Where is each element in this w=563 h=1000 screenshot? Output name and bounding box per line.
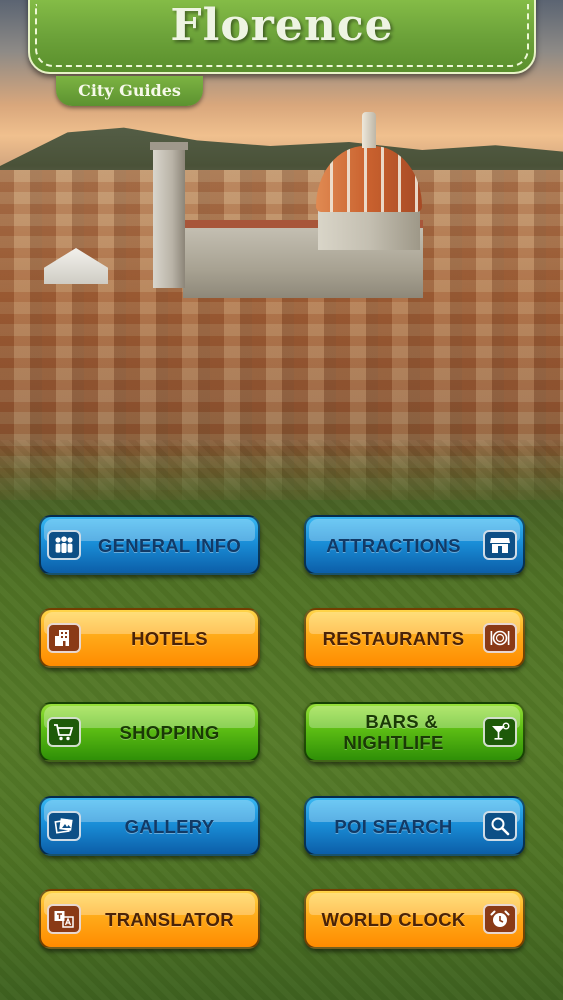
building-icon	[47, 623, 81, 653]
attractions-label: ATTRACTIONS	[326, 534, 461, 556]
poi-search-button[interactable]: POI SEARCH	[304, 796, 525, 856]
title-banner: Florence	[28, 0, 536, 74]
gallery-button[interactable]: GALLERY	[39, 796, 260, 856]
translator-label: TRANSLATOR	[105, 908, 234, 930]
hotels-label: HOTELS	[131, 627, 208, 649]
magnifier-icon	[483, 811, 517, 841]
bars-nightlife-button[interactable]: BARS & NIGHTLIFE	[304, 702, 525, 762]
bars-nightlife-line2: NIGHTLIFE	[343, 732, 444, 753]
alarm-clock-icon	[483, 904, 517, 934]
cocktail-icon	[483, 717, 517, 747]
shopping-cart-icon	[47, 717, 81, 747]
poi-search-label: POI SEARCH	[334, 815, 453, 837]
app-title: Florence	[170, 0, 394, 51]
shopping-button[interactable]: SHOPPING	[39, 702, 260, 762]
translate-icon	[47, 904, 81, 934]
bars-nightlife-label: BARS & NIGHTLIFE	[310, 704, 477, 760]
translator-button[interactable]: TRANSLATOR	[39, 889, 260, 949]
plate-cutlery-icon	[483, 623, 517, 653]
bars-nightlife-line1: BARS &	[365, 711, 439, 732]
gallery-label: GALLERY	[124, 815, 215, 837]
general-info-label: GENERAL INFO	[97, 534, 242, 556]
restaurants-label: RESTAURANTS	[322, 627, 465, 649]
restaurants-button[interactable]: RESTAURANTS	[304, 608, 525, 668]
photos-icon	[47, 811, 81, 841]
shopping-label: SHOPPING	[119, 721, 220, 743]
world-clock-button[interactable]: WORLD CLOCK	[304, 889, 525, 949]
people-icon	[47, 530, 81, 560]
dome-lantern	[362, 112, 376, 148]
bell-tower	[150, 142, 188, 288]
general-info-button[interactable]: GENERAL INFO	[39, 515, 260, 575]
attractions-button[interactable]: ATTRACTIONS	[304, 515, 525, 575]
storefront-icon	[483, 530, 517, 560]
world-clock-label: WORLD CLOCK	[321, 908, 466, 930]
hotels-button[interactable]: HOTELS	[39, 608, 260, 668]
subtitle-tab: City Guides	[56, 76, 203, 106]
